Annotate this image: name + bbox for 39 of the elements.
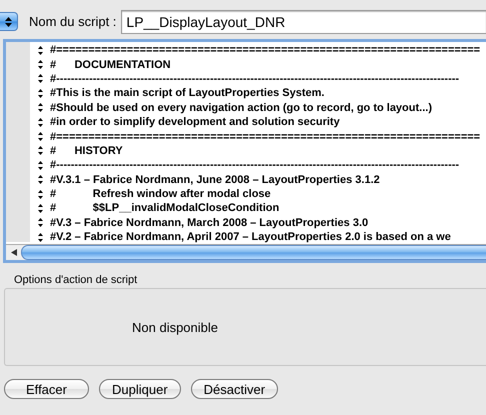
drag-handle-icon[interactable] bbox=[38, 218, 43, 228]
drag-handle-icon[interactable] bbox=[38, 160, 43, 170]
script-step[interactable]: #V.2 – Fabrice Nordmann, April 2007 – LayoutProperties 2.0 is based on a we bbox=[50, 231, 451, 244]
script-step[interactable]: #================================================================== bbox=[50, 130, 480, 143]
popup-stepper-button[interactable] bbox=[0, 12, 18, 31]
options-title: Options d'action de script bbox=[14, 274, 138, 286]
script-step[interactable]: # Refresh window after modal close bbox=[50, 188, 271, 200]
script-step[interactable]: # $$LP__invalidModalCloseCondition bbox=[50, 202, 280, 214]
script-step[interactable]: # HISTORY bbox=[50, 144, 123, 157]
script-step[interactable]: #in order to simplify development and solution security bbox=[50, 116, 340, 128]
up-down-arrows-icon bbox=[5, 16, 12, 26]
action-button[interactable]: Désactiver bbox=[190, 379, 278, 399]
script-name-label: Nom du script : bbox=[29, 14, 116, 29]
scroll-left-arrow-icon[interactable] bbox=[11, 249, 17, 256]
script-step[interactable]: #-------------------------------------------------------------------------------------------------------------- bbox=[50, 72, 460, 85]
drag-handle-icon[interactable] bbox=[38, 190, 43, 199]
script-step[interactable]: # DOCUMENTATION bbox=[50, 58, 171, 71]
drag-handle-icon[interactable] bbox=[38, 74, 43, 84]
drag-handle-icon[interactable] bbox=[38, 175, 43, 184]
drag-handle-icon[interactable] bbox=[38, 232, 43, 242]
script-step[interactable]: #Should be used on every navigation action (go to record, go to layout...) bbox=[50, 102, 432, 114]
drag-handle-icon[interactable] bbox=[38, 146, 43, 156]
script-name-field[interactable]: LP__DisplayLayout_DNR bbox=[121, 10, 486, 34]
drag-handle-icon[interactable] bbox=[38, 118, 43, 127]
script-step[interactable]: #-------------------------------------------------------------------------------------------------------------- bbox=[50, 159, 460, 172]
drag-handle-icon[interactable] bbox=[38, 46, 43, 55]
script-step[interactable]: #V.3 – Fabrice Nordmann, March 2008 – LayoutProperties 3.0 bbox=[50, 216, 368, 229]
drag-handle-icon[interactable] bbox=[38, 88, 43, 98]
scrollbar-thumb[interactable] bbox=[21, 245, 486, 260]
drag-handle-icon[interactable] bbox=[38, 204, 43, 213]
drag-handle-icon[interactable] bbox=[38, 60, 43, 70]
action-button[interactable]: Dupliquer bbox=[99, 379, 181, 399]
script-step[interactable]: #V.3.1 – Fabrice Nordmann, June 2008 – LayoutProperties 3.1.2 bbox=[50, 174, 380, 186]
action-button[interactable]: Effacer bbox=[4, 379, 89, 399]
drag-handle-icon[interactable] bbox=[38, 103, 43, 112]
unavailable-message: Non disponible bbox=[132, 320, 218, 334]
drag-handle-icon[interactable] bbox=[38, 132, 43, 142]
script-step[interactable]: #================================================================== bbox=[50, 44, 480, 56]
script-step[interactable]: #This is the main script of LayoutProperties System. bbox=[50, 87, 324, 100]
